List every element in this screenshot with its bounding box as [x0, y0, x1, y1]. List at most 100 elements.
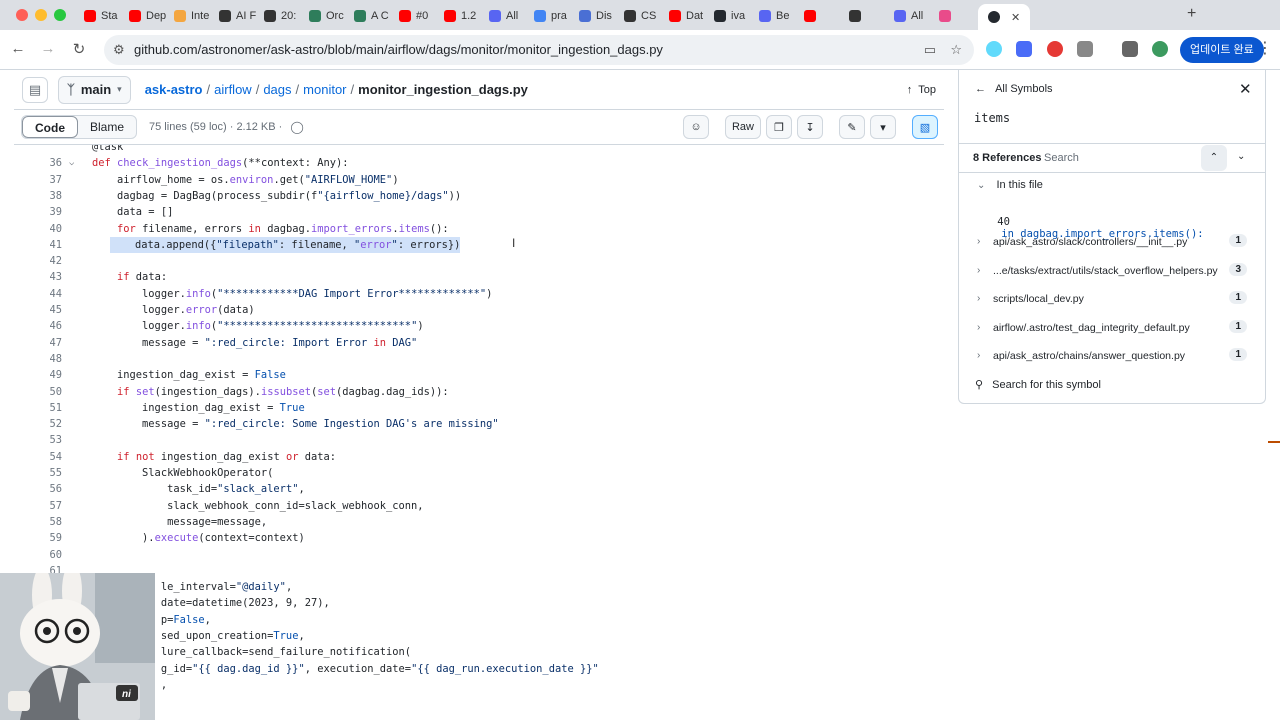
line-number[interactable]: 59 — [14, 530, 62, 546]
chevron-up-icon[interactable]: ⌃ — [1201, 145, 1227, 171]
tab-14[interactable]: iva — [708, 4, 753, 28]
line-number[interactable]: 36 — [14, 155, 62, 171]
edit-dropdown-icon[interactable]: ▾ — [870, 115, 896, 139]
extensions-puzzle-icon[interactable] — [1077, 41, 1093, 57]
url-field[interactable]: ⚙ github.com/astronomer/ask-astro/blob/m… — [104, 35, 974, 65]
tab-0[interactable]: Sta — [78, 4, 123, 28]
line-number[interactable]: 55 — [14, 465, 62, 481]
tab-19[interactable] — [933, 4, 978, 28]
symbols-panel-toggle-icon[interactable]: ▧ — [912, 115, 938, 139]
line-number[interactable]: 41 — [14, 237, 62, 253]
line-number[interactable]: 40 — [14, 221, 62, 237]
line-number[interactable]: 53 — [14, 432, 62, 448]
tab-12[interactable]: CS — [618, 4, 663, 28]
file-tree-toggle-icon[interactable]: ▤ — [22, 76, 48, 103]
extension-react-icon[interactable] — [986, 41, 1002, 57]
breadcrumb-dags[interactable]: dags — [263, 82, 291, 97]
update-button[interactable]: 업데이트 완료 — [1180, 37, 1264, 63]
reading-list-icon[interactable] — [1122, 41, 1138, 57]
reference-item[interactable]: › api/ask_astro/chains/answer_question.py… — [959, 342, 1265, 370]
breadcrumb-repo[interactable]: ask-astro — [145, 82, 203, 97]
close-icon[interactable]: ✕ — [1239, 80, 1252, 98]
shield-icon[interactable]: ◯ — [290, 120, 303, 134]
line-number[interactable]: 54 — [14, 449, 62, 465]
copilot-icon[interactable]: ☺ — [682, 115, 709, 139]
reload-button[interactable]: ↻ — [69, 40, 89, 58]
back-button[interactable]: ← — [8, 40, 28, 57]
in-this-file-toggle[interactable]: ⌄ In this file — [977, 179, 1043, 191]
bookmark-star-icon[interactable]: ☆ — [950, 35, 962, 65]
tab-2[interactable]: Inte — [168, 4, 213, 28]
line-number[interactable]: 60 — [14, 547, 62, 563]
line-number[interactable]: 39 — [14, 204, 62, 220]
breadcrumb-airflow[interactable]: airflow — [214, 82, 252, 97]
tab-1[interactable]: Dep — [123, 4, 168, 28]
line-number[interactable]: 38 — [14, 188, 62, 204]
breadcrumb-monitor[interactable]: monitor — [303, 82, 346, 97]
tab-4[interactable]: 20: — [258, 4, 303, 28]
site-info-icon[interactable]: ⚙ — [113, 35, 125, 65]
code-text: g_id="{{ dag.dag_id }}", execution_date=… — [160, 662, 599, 675]
fold-chevron-icon[interactable]: ⌵ — [69, 155, 74, 171]
line-number[interactable]: 43 — [14, 269, 62, 285]
line-number[interactable]: 45 — [14, 302, 62, 318]
line-number[interactable]: 51 — [14, 400, 62, 416]
line-number[interactable]: 48 — [14, 351, 62, 367]
download-icon[interactable]: ↧ — [797, 115, 823, 139]
line-number[interactable]: 49 — [14, 367, 62, 383]
line-number[interactable]: 46 — [14, 318, 62, 334]
code-text: slack_webhook_conn_id=slack_webhook_conn… — [92, 499, 424, 512]
all-symbols-link[interactable]: ← All Symbols — [975, 83, 1053, 95]
maximize-window-button[interactable] — [54, 9, 66, 21]
line-number[interactable]: 52 — [14, 416, 62, 432]
edit-pencil-icon[interactable]: ✎ — [839, 115, 865, 139]
tab-close-icon[interactable]: ✕ — [1011, 11, 1020, 24]
tab-16[interactable] — [798, 4, 843, 28]
install-icon[interactable]: ▭ — [924, 35, 936, 65]
extension-record-icon[interactable] — [1047, 41, 1063, 57]
tab-15[interactable]: Be — [753, 4, 798, 28]
top-button[interactable]: ↑ Top — [907, 84, 936, 96]
copy-icon[interactable]: ❐ — [766, 115, 792, 139]
branch-selector[interactable]: ᛉ main ▾ — [58, 75, 131, 104]
reference-item[interactable]: › airflow/.astro/test_dag_integrity_defau… — [959, 314, 1265, 342]
line-number[interactable]: 37 — [14, 172, 62, 188]
tab-9[interactable]: All — [483, 4, 528, 28]
line-number[interactable]: 42 — [14, 253, 62, 269]
search-references-input[interactable]: Search — [1044, 152, 1079, 164]
line-number[interactable]: 56 — [14, 481, 62, 497]
browser-menu-icon[interactable]: ⋮ — [1257, 38, 1273, 58]
line-number[interactable]: 57 — [14, 498, 62, 514]
tab-13[interactable]: Dat — [663, 4, 708, 28]
minimize-window-button[interactable] — [35, 9, 47, 21]
chevron-down-icon[interactable]: ⌄ — [1237, 151, 1245, 162]
line-number[interactable]: 44 — [14, 286, 62, 302]
tab-7[interactable]: #0 — [393, 4, 438, 28]
tab-6[interactable]: A C — [348, 4, 393, 28]
tab-10[interactable]: pra — [528, 4, 573, 28]
line-number[interactable]: 50 — [14, 384, 62, 400]
reference-item[interactable]: › ...e/tasks/extract/utils/stack_overflow… — [959, 257, 1265, 285]
forward-button[interactable]: → — [38, 40, 58, 57]
tab-3[interactable]: AI F — [213, 4, 258, 28]
line-number[interactable]: 47 — [14, 335, 62, 351]
tab-blame[interactable]: Blame — [78, 116, 136, 138]
tab-5[interactable]: Orc — [303, 4, 348, 28]
tab-8[interactable]: 1.2 — [438, 4, 483, 28]
search-symbol-link[interactable]: ⚲ Search for this symbol — [975, 378, 1101, 391]
raw-button[interactable]: Raw — [724, 115, 761, 139]
close-window-button[interactable] — [16, 9, 28, 21]
new-tab-button[interactable]: + — [1187, 5, 1196, 23]
tab-11[interactable]: Dis — [573, 4, 618, 28]
tab-17[interactable] — [843, 4, 888, 28]
tab-active-github[interactable]: ✕ — [978, 3, 1031, 31]
reference-item[interactable]: › api/ask_astro/slack/controllers/__init_… — [959, 228, 1265, 256]
code-text: logger.error(data) — [92, 304, 255, 316]
profile-avatar-icon[interactable] — [1152, 41, 1168, 57]
tab-18[interactable]: All — [888, 4, 933, 28]
tab-code[interactable]: Code — [22, 116, 78, 138]
top-label: Top — [918, 83, 936, 96]
line-number[interactable]: 58 — [14, 514, 62, 530]
reference-item[interactable]: › scripts/local_dev.py 1 — [959, 285, 1265, 313]
extension-wave-icon[interactable] — [1016, 41, 1032, 57]
